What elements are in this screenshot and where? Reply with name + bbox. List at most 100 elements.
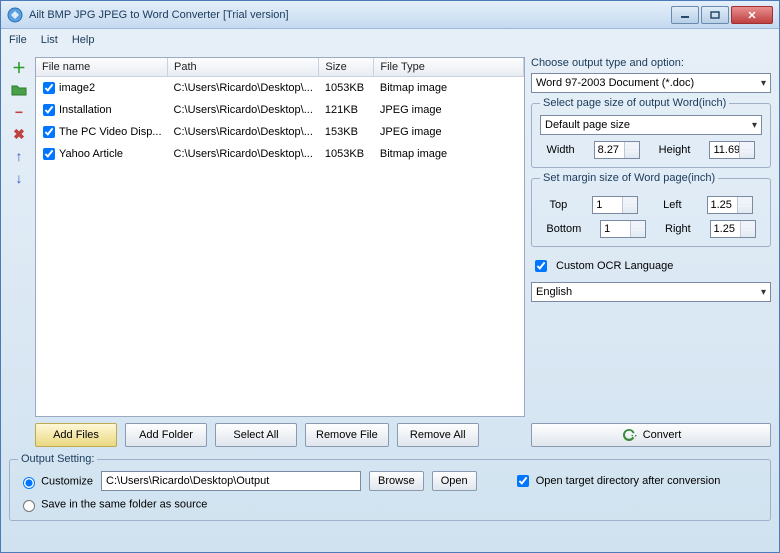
window-controls: [671, 6, 773, 24]
ocr-language-select[interactable]: English: [531, 282, 771, 302]
ocr-checkbox[interactable]: [535, 260, 547, 272]
row-type: Bitmap image: [374, 77, 524, 100]
file-table-wrap: File name Path Size File Type image2 C:\…: [35, 57, 525, 417]
row-checkbox[interactable]: [43, 126, 55, 138]
right-value: 1.25: [714, 223, 735, 235]
table-row[interactable]: Yahoo Article C:\Users\Ricardo\Desktop\.…: [36, 143, 524, 165]
row-size: 1053KB: [319, 77, 374, 100]
output-setting-legend: Output Setting:: [18, 453, 97, 465]
app-window: Ailt BMP JPG JPEG to Word Converter [Tri…: [0, 0, 780, 553]
row-path: C:\Users\Ricardo\Desktop\...: [168, 99, 319, 121]
select-all-button[interactable]: Select All: [215, 423, 297, 447]
left-value: 1.25: [711, 199, 732, 211]
convert-button[interactable]: Convert: [531, 423, 771, 447]
col-size[interactable]: Size: [319, 58, 374, 77]
row-size: 121KB: [319, 99, 374, 121]
add-file-icon[interactable]: ＋: [11, 60, 27, 76]
width-label: Width: [547, 144, 575, 156]
right-spinner[interactable]: 1.25: [710, 220, 756, 238]
row-filename: image2: [59, 82, 95, 94]
top-value: 1: [596, 199, 602, 211]
same-folder-text: Save in the same folder as source: [41, 498, 207, 510]
same-folder-radio-label[interactable]: Save in the same folder as source: [18, 497, 207, 512]
customize-radio[interactable]: [23, 477, 35, 489]
col-filename[interactable]: File name: [36, 58, 168, 77]
open-target-checkbox[interactable]: [517, 475, 529, 487]
minimize-button[interactable]: [671, 6, 699, 24]
row-type: Bitmap image: [374, 143, 524, 165]
width-value: 8.27: [598, 144, 619, 156]
maximize-button[interactable]: [701, 6, 729, 24]
open-target-text: Open target directory after conversion: [536, 475, 721, 487]
table-row[interactable]: The PC Video Disp... C:\Users\Ricardo\De…: [36, 121, 524, 143]
output-row-2: Save in the same folder as source: [18, 497, 762, 512]
menu-file[interactable]: File: [9, 34, 27, 46]
row-checkbox[interactable]: [43, 104, 55, 116]
output-row-1: Customize C:\Users\Ricardo\Desktop\Outpu…: [18, 471, 762, 491]
row-type: JPEG image: [374, 121, 524, 143]
row-size: 1053KB: [319, 143, 374, 165]
margin-legend: Set margin size of Word page(inch): [540, 172, 718, 184]
customize-radio-label[interactable]: Customize: [18, 474, 93, 489]
add-folder-icon[interactable]: [11, 82, 27, 98]
height-spinner[interactable]: 11.69: [709, 141, 755, 159]
col-path[interactable]: Path: [168, 58, 319, 77]
right-panel: Choose output type and option: Word 97-2…: [531, 57, 771, 447]
output-type-select[interactable]: Word 97-2003 Document (*.doc): [531, 73, 771, 93]
file-button-row: Add Files Add Folder Select All Remove F…: [35, 423, 525, 447]
output-path-value: C:\Users\Ricardo\Desktop\Output: [106, 475, 269, 487]
move-up-icon[interactable]: ↑: [11, 148, 27, 164]
row-checkbox[interactable]: [43, 148, 55, 160]
titlebar: Ailt BMP JPG JPEG to Word Converter [Tri…: [1, 1, 779, 29]
main-row: ＋ − ✖ ↑ ↓ File name Path Size: [9, 57, 771, 447]
minimize-icon: [680, 11, 690, 19]
open-target-label[interactable]: Open target directory after conversion: [513, 472, 721, 490]
default-page-size-select[interactable]: Default page size: [540, 115, 762, 135]
maximize-icon: [710, 11, 720, 19]
table-header-row: File name Path Size File Type: [36, 58, 524, 77]
close-button[interactable]: [731, 6, 773, 24]
table-row[interactable]: image2 C:\Users\Ricardo\Desktop\... 1053…: [36, 77, 524, 100]
bottom-value: 1: [604, 223, 610, 235]
output-type-label: Choose output type and option:: [531, 57, 771, 69]
app-icon: [7, 7, 23, 23]
bottom-label: Bottom: [546, 223, 581, 235]
menu-list[interactable]: List: [41, 34, 58, 46]
output-path-input[interactable]: C:\Users\Ricardo\Desktop\Output: [101, 471, 361, 491]
open-button[interactable]: Open: [432, 471, 477, 491]
width-spinner[interactable]: 8.27: [594, 141, 640, 159]
left-toolbar: ＋ − ✖ ↑ ↓: [9, 57, 29, 447]
row-checkbox[interactable]: [43, 82, 55, 94]
bottom-spinner[interactable]: 1: [600, 220, 646, 238]
remove-all-button[interactable]: Remove All: [397, 423, 479, 447]
window-title: Ailt BMP JPG JPEG to Word Converter [Tri…: [29, 9, 671, 21]
top-spinner[interactable]: 1: [592, 196, 638, 214]
menubar: File List Help: [1, 29, 779, 51]
top-label: Top: [549, 199, 567, 211]
same-folder-radio[interactable]: [23, 500, 35, 512]
close-icon: [747, 11, 757, 19]
delete-icon[interactable]: ✖: [11, 126, 27, 142]
row-filename: The PC Video Disp...: [59, 126, 162, 138]
row-filename: Installation: [59, 104, 112, 116]
add-folder-button[interactable]: Add Folder: [125, 423, 207, 447]
col-filetype[interactable]: File Type: [374, 58, 524, 77]
file-table: File name Path Size File Type image2 C:\…: [36, 58, 524, 165]
height-value: 11.69: [713, 144, 740, 156]
customize-text: Customize: [41, 475, 93, 487]
menu-help[interactable]: Help: [72, 34, 95, 46]
browse-button[interactable]: Browse: [369, 471, 424, 491]
margin-group: Set margin size of Word page(inch) Top 1…: [531, 172, 771, 247]
right-label: Right: [665, 223, 691, 235]
remove-file-button[interactable]: Remove File: [305, 423, 389, 447]
move-down-icon[interactable]: ↓: [11, 170, 27, 186]
table-row[interactable]: Installation C:\Users\Ricardo\Desktop\..…: [36, 99, 524, 121]
add-files-button[interactable]: Add Files: [35, 423, 117, 447]
convert-label: Convert: [643, 429, 682, 441]
remove-icon[interactable]: −: [11, 104, 27, 120]
client-area: ＋ − ✖ ↑ ↓ File name Path Size: [1, 51, 779, 552]
row-size: 153KB: [319, 121, 374, 143]
left-spinner[interactable]: 1.25: [707, 196, 753, 214]
output-setting-group: Output Setting: Customize C:\Users\Ricar…: [9, 453, 771, 521]
row-filename: Yahoo Article: [59, 148, 123, 160]
